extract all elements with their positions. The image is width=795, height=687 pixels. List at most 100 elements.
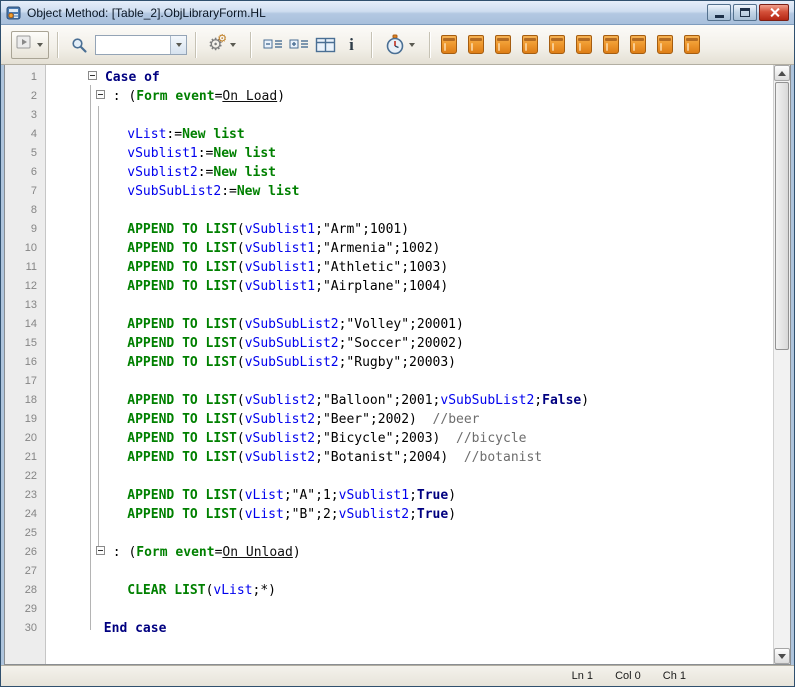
code-text[interactable] <box>45 600 49 619</box>
line-number[interactable]: 4 <box>5 125 45 144</box>
code-line[interactable]: 4 vList:=New list <box>5 125 773 144</box>
code-line[interactable]: 26 : (Form event=On Unload) <box>5 543 773 562</box>
line-number[interactable]: 3 <box>5 106 45 125</box>
fold-collapse-icon[interactable] <box>96 546 105 555</box>
method-columns-button[interactable] <box>312 31 340 59</box>
code-text[interactable] <box>45 562 49 581</box>
code-text[interactable]: : (Form event=On Load) <box>45 87 285 106</box>
code-line[interactable]: 1 Case of <box>5 68 773 87</box>
line-number[interactable]: 26 <box>5 543 45 562</box>
clipboard-1-icon[interactable] <box>441 35 457 54</box>
clipboard-8-icon[interactable] <box>630 35 646 54</box>
maximize-button[interactable] <box>733 4 757 21</box>
line-number[interactable]: 18 <box>5 391 45 410</box>
code-text[interactable]: End case <box>45 619 166 638</box>
line-number[interactable]: 10 <box>5 239 45 258</box>
code-line[interactable]: 3 <box>5 106 773 125</box>
line-number[interactable]: 24 <box>5 505 45 524</box>
code-line[interactable]: 30 End case <box>5 619 773 638</box>
line-number[interactable]: 22 <box>5 467 45 486</box>
code-text[interactable]: vSublist1:=New list <box>45 144 276 163</box>
code-text[interactable]: : (Form event=On Unload) <box>45 543 301 562</box>
line-number[interactable]: 20 <box>5 429 45 448</box>
search-input[interactable] <box>96 36 170 54</box>
code-text[interactable]: CLEAR LIST(vList;*) <box>45 581 276 600</box>
clipboard-6-icon[interactable] <box>576 35 592 54</box>
code-text[interactable]: APPEND TO LIST(vSubSubList2;"Soccer";200… <box>45 334 464 353</box>
info-button[interactable]: i <box>340 31 363 59</box>
fold-collapse-icon[interactable] <box>96 90 105 99</box>
code-line[interactable]: 10 APPEND TO LIST(vSublist1;"Armenia";10… <box>5 239 773 258</box>
code-line[interactable]: 8 <box>5 201 773 220</box>
code-text[interactable]: APPEND TO LIST(vSublist2;"Botanist";2004… <box>45 448 542 467</box>
code-line[interactable]: 24 APPEND TO LIST(vList;"B";2;vSublist2;… <box>5 505 773 524</box>
code-line[interactable]: 9 APPEND TO LIST(vSublist1;"Arm";1001) <box>5 220 773 239</box>
run-method-button[interactable] <box>11 31 49 59</box>
code-line[interactable]: 18 APPEND TO LIST(vSublist2;"Balloon";20… <box>5 391 773 410</box>
clipboard-10-icon[interactable] <box>684 35 700 54</box>
code-text[interactable]: APPEND TO LIST(vSublist2;"Balloon";2001;… <box>45 391 589 410</box>
code-line[interactable]: 23 APPEND TO LIST(vList;"A";1;vSublist1;… <box>5 486 773 505</box>
line-number[interactable]: 5 <box>5 144 45 163</box>
expand-all-button[interactable] <box>286 31 312 59</box>
code-line[interactable]: 17 <box>5 372 773 391</box>
code-text[interactable] <box>45 296 49 315</box>
line-number[interactable]: 9 <box>5 220 45 239</box>
code-line[interactable]: 15 APPEND TO LIST(vSubSubList2;"Soccer";… <box>5 334 773 353</box>
code-editor[interactable]: 1 Case of2 : (Form event=On Load)34 vLis… <box>5 65 773 664</box>
line-number[interactable]: 30 <box>5 619 45 638</box>
scrollbar-track[interactable] <box>774 81 790 648</box>
code-line[interactable]: 13 <box>5 296 773 315</box>
code-text[interactable] <box>45 106 49 125</box>
code-line[interactable]: 28 CLEAR LIST(vList;*) <box>5 581 773 600</box>
code-text[interactable]: APPEND TO LIST(vSubSubList2;"Volley";200… <box>45 315 464 334</box>
code-line[interactable]: 6 vSublist2:=New list <box>5 163 773 182</box>
code-text[interactable]: APPEND TO LIST(vList;"B";2;vSublist2;Tru… <box>45 505 456 524</box>
line-number[interactable]: 19 <box>5 410 45 429</box>
clipboard-7-icon[interactable] <box>603 35 619 54</box>
clipboard-2-icon[interactable] <box>468 35 484 54</box>
code-line[interactable]: 21 APPEND TO LIST(vSublist2;"Botanist";2… <box>5 448 773 467</box>
search-dropdown-button[interactable] <box>170 36 186 54</box>
line-number[interactable]: 25 <box>5 524 45 543</box>
code-text[interactable]: APPEND TO LIST(vSublist1;"Athletic";1003… <box>45 258 448 277</box>
code-text[interactable]: Case of <box>45 68 160 87</box>
line-number[interactable]: 29 <box>5 600 45 619</box>
code-line[interactable]: 20 APPEND TO LIST(vSublist2;"Bicycle";20… <box>5 429 773 448</box>
code-line[interactable]: 25 <box>5 524 773 543</box>
code-text[interactable]: APPEND TO LIST(vList;"A";1;vSublist1;Tru… <box>45 486 456 505</box>
code-text[interactable]: APPEND TO LIST(vSublist2;"Bicycle";2003)… <box>45 429 526 448</box>
line-number[interactable]: 13 <box>5 296 45 315</box>
clipboard-4-icon[interactable] <box>522 35 538 54</box>
code-line[interactable]: 7 vSubSubList2:=New list <box>5 182 773 201</box>
clipboard-5-icon[interactable] <box>549 35 565 54</box>
macros-button[interactable]: ⚙ ⚙ <box>205 31 242 59</box>
line-number[interactable]: 6 <box>5 163 45 182</box>
scroll-up-button[interactable] <box>774 65 790 81</box>
code-text[interactable]: vSubSubList2:=New list <box>45 182 299 201</box>
line-number[interactable]: 17 <box>5 372 45 391</box>
line-number[interactable]: 12 <box>5 277 45 296</box>
code-line[interactable]: 14 APPEND TO LIST(vSubSubList2;"Volley";… <box>5 315 773 334</box>
collapse-all-button[interactable] <box>260 31 286 59</box>
titlebar[interactable]: Object Method: [Table_2].ObjLibraryForm.… <box>1 1 794 25</box>
code-text[interactable] <box>45 372 49 391</box>
line-number[interactable]: 15 <box>5 334 45 353</box>
code-line[interactable]: 27 <box>5 562 773 581</box>
code-text[interactable]: APPEND TO LIST(vSublist1;"Airplane";1004… <box>45 277 448 296</box>
line-number[interactable]: 23 <box>5 486 45 505</box>
close-button[interactable] <box>759 4 789 21</box>
clipboard-9-icon[interactable] <box>657 35 673 54</box>
code-line[interactable]: 2 : (Form event=On Load) <box>5 87 773 106</box>
code-line[interactable]: 5 vSublist1:=New list <box>5 144 773 163</box>
code-text[interactable]: APPEND TO LIST(vSubSubList2;"Rugby";2000… <box>45 353 456 372</box>
code-line[interactable]: 22 <box>5 467 773 486</box>
code-text[interactable] <box>45 524 49 543</box>
minimize-button[interactable] <box>707 4 731 21</box>
code-text[interactable]: APPEND TO LIST(vSublist1;"Armenia";1002) <box>45 239 440 258</box>
line-number[interactable]: 11 <box>5 258 45 277</box>
line-number[interactable]: 21 <box>5 448 45 467</box>
code-line[interactable]: 29 <box>5 600 773 619</box>
line-number[interactable]: 1 <box>5 68 45 87</box>
scrollbar-thumb[interactable] <box>775 82 789 350</box>
